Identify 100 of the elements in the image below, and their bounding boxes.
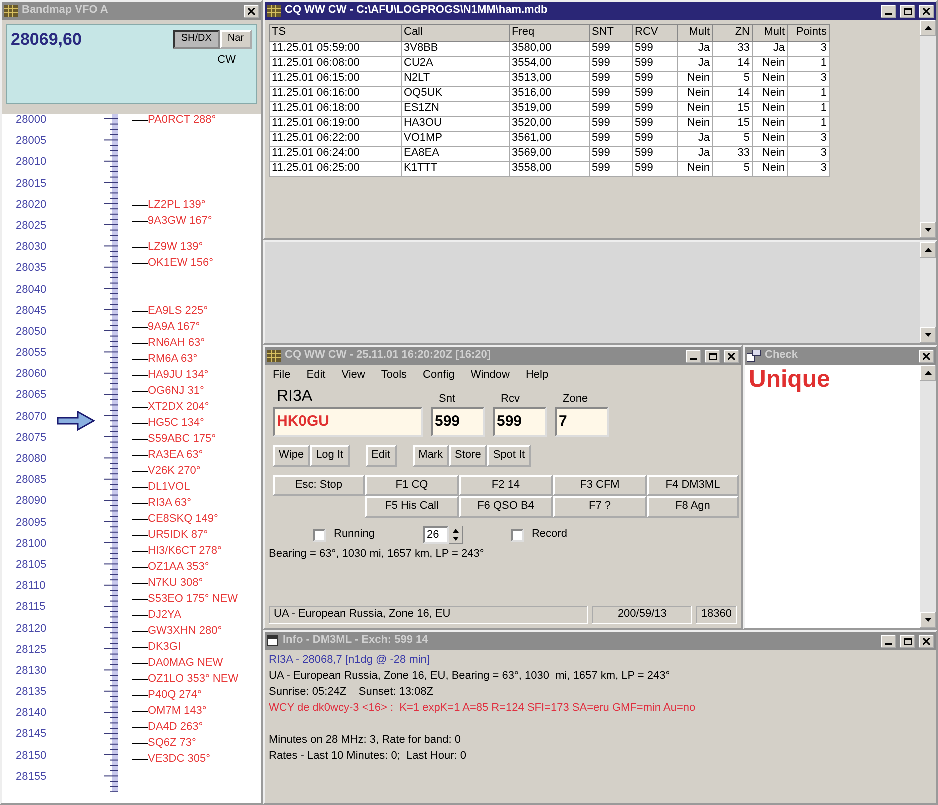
menu-item[interactable]: View [342,369,366,383]
scroll-down-icon [924,618,932,622]
table-cell: 3516,00 [510,86,590,102]
menu-item[interactable]: Edit [306,369,326,383]
maximize-icon [904,8,912,14]
checkbox-label: Running [334,528,375,542]
mode-button[interactable]: Nar [220,30,252,49]
minimize-button[interactable] [881,4,896,18]
frequency-label: 28050 [15,326,48,340]
menu-item[interactable]: Config [423,369,455,383]
close-button[interactable] [244,4,259,18]
table-cell: Ja [678,132,712,146]
window-icon [747,350,761,362]
table-cell: 599 [590,116,632,132]
table-cell: 3561,00 [510,132,590,146]
close-button[interactable] [919,634,934,648]
menu-item[interactable]: Tools [381,369,408,383]
table-cell: 11.25.01 06:25:00 [270,162,402,176]
table-cell: 5 [712,72,752,86]
function-key-button[interactable]: F5 His Call [365,496,459,518]
column-header[interactable]: ZN [712,24,752,42]
leader-line [132,692,148,699]
action-button[interactable]: Store [449,444,488,466]
function-key-button[interactable]: F3 CFM [553,474,647,496]
action-button[interactable]: Log It [310,444,350,466]
call-input[interactable]: HK0GU [273,406,423,437]
leader-line [132,245,148,252]
maximize-button[interactable] [900,4,915,18]
table-cell: 3558,00 [510,162,590,176]
leader-line [132,420,148,427]
table-cell: VO1MP [402,132,510,146]
scroll-up-icon [924,371,932,375]
spot-label: SQ6Z 73° [148,736,196,751]
function-key-button[interactable]: Esc: Stop [273,474,365,496]
table-cell: Nein [678,162,712,176]
exchange-input[interactable]: 599 [431,406,485,437]
frequency-label: 28110 [15,580,47,594]
column-header[interactable]: RCV [632,24,678,42]
checkbox-label: Record [532,528,568,542]
frequency-label: 28020 [15,198,48,212]
status-field: 200/59/13 [592,606,692,624]
frequency-label: 28090 [15,495,48,510]
action-button[interactable]: Mark [412,444,450,466]
scrollbar[interactable] [920,365,936,628]
maximize-button[interactable] [900,634,915,648]
spot-label: S53EO 175° NEW [148,592,238,607]
table-cell: Ja [678,146,712,162]
table-cell: Nein [752,116,788,132]
table-cell: HA3OU [402,116,510,132]
minimize-button[interactable] [881,634,896,648]
checkbox[interactable] [313,528,326,542]
window-title: Info - DM3ML - Exch: 599 14 [283,634,430,648]
maximize-button[interactable] [705,350,720,362]
spot-label: DA0MAG NEW [148,656,224,671]
action-button[interactable]: Spot It [487,444,532,466]
column-header[interactable]: Points [788,24,830,42]
exchange-input[interactable]: 7 [555,406,609,437]
frequency-label: 28140 [15,707,48,721]
function-key-button[interactable]: F8 Agn [647,496,739,518]
function-key-button[interactable]: F2 14 [459,474,553,496]
close-icon [728,352,735,360]
close-button[interactable] [919,4,934,18]
close-button[interactable] [724,350,739,362]
scrollbar[interactable] [920,242,936,343]
close-button[interactable] [919,350,934,362]
exchange-input[interactable]: 599 [493,406,547,437]
leader-line [132,708,148,715]
action-button[interactable]: Wipe [273,444,310,466]
menu-item[interactable]: Window [470,369,510,383]
function-key-button[interactable]: F7 ? [553,496,647,518]
menu-item[interactable]: Help [526,369,549,383]
checkbox[interactable] [510,528,524,542]
column-header[interactable]: Call [402,24,510,42]
frequency-label: 28150 [15,750,48,764]
function-key-button[interactable]: F4 DM3ML [647,474,739,496]
spin-arrows-icon [448,526,463,544]
table-cell: Nein [752,162,788,176]
action-button[interactable]: Edit [366,444,397,466]
table-cell: Nein [678,86,712,102]
column-header[interactable]: Mult [752,24,788,42]
column-header[interactable]: SNT [590,24,632,42]
scrollbar[interactable] [920,20,936,238]
table-cell: 599 [632,162,678,176]
table-cell: 1 [788,56,830,72]
status-field: 18360 [696,606,737,624]
spot-label: OM7M 143° [148,704,207,719]
leader-line [132,532,148,539]
menu-item[interactable]: File [273,369,291,383]
column-header[interactable]: Mult [678,24,712,42]
mode-button[interactable]: SH/DX [173,30,220,49]
table-cell: Nein [678,72,712,86]
function-key-button[interactable]: F6 QSO B4 [459,496,553,518]
minimize-button[interactable] [686,350,701,362]
column-header[interactable]: TS [270,24,402,42]
column-header[interactable]: Freq [510,24,590,42]
leader-line [132,660,148,667]
table-cell: 599 [632,146,678,162]
function-key-button[interactable]: F1 CQ [365,474,459,496]
table-cell: 599 [632,72,678,86]
table-cell: Ja [678,56,712,72]
